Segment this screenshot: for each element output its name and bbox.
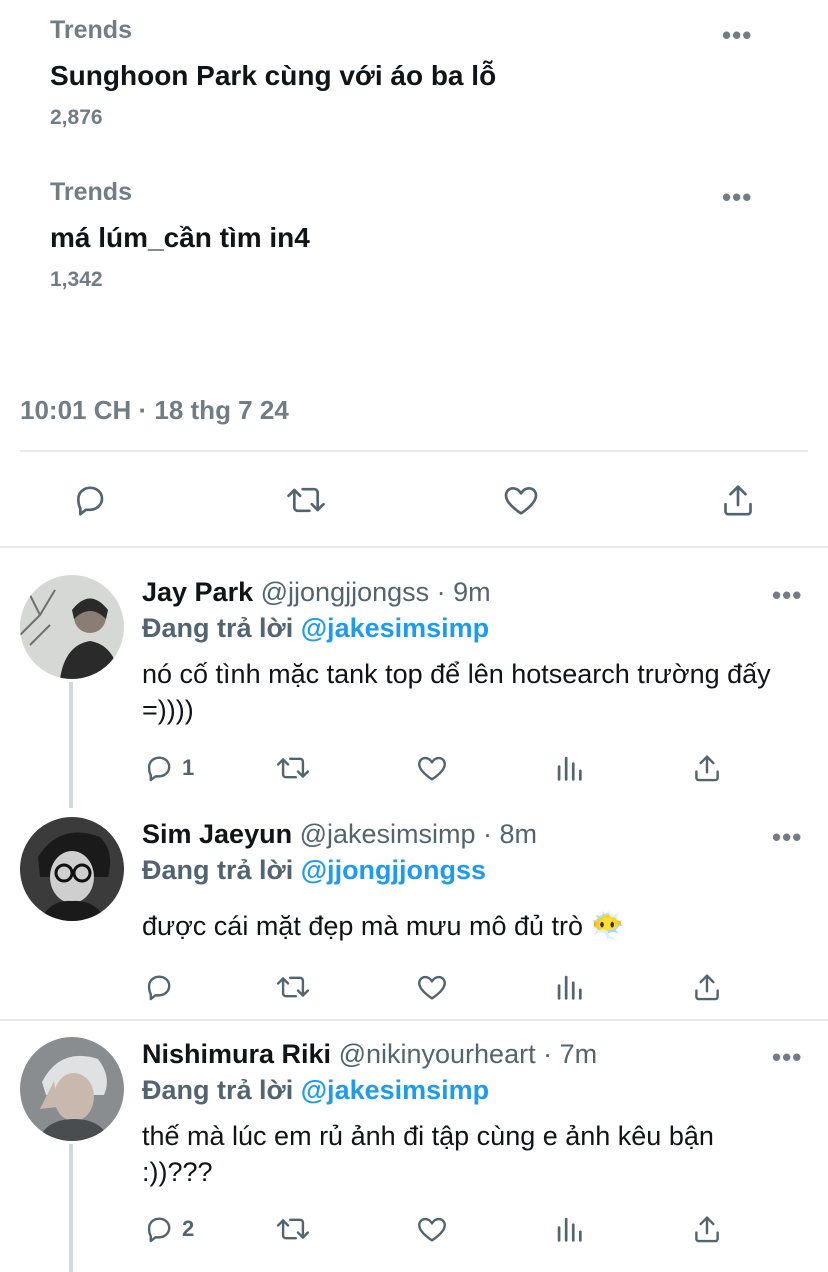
user-handle[interactable]: @jakesimsimp (300, 819, 476, 849)
like-button[interactable] (414, 967, 450, 1007)
reply-button[interactable] (66, 476, 114, 524)
retweet-button[interactable] (274, 967, 312, 1007)
share-icon (695, 1216, 719, 1243)
replying-to: Đang trả lời @jjongjjongss (142, 855, 486, 886)
thread-line (69, 1144, 73, 1272)
analytics-icon (557, 1217, 582, 1242)
tweet-timestamp[interactable]: 10:01 CH · 18 thg 7 24 (20, 395, 289, 426)
like-button[interactable] (414, 748, 450, 788)
user-handle[interactable]: @jjongjjongss (261, 577, 430, 607)
like-button[interactable] (496, 476, 546, 524)
more-icon[interactable]: ••• (772, 582, 802, 608)
divider (0, 546, 828, 548)
heart-icon (418, 756, 446, 781)
more-icon[interactable]: ••• (772, 824, 802, 850)
analytics-button[interactable] (552, 1209, 586, 1249)
reply-time[interactable]: · 9m (437, 577, 491, 607)
retweet-icon (276, 757, 310, 779)
analytics-icon (557, 975, 582, 1000)
divider (0, 1019, 828, 1021)
reply-text: được cái mặt đẹp mà mưu mô đủ trò 😶‍🌫️ (142, 908, 812, 944)
reply-time[interactable]: · 8m (483, 819, 537, 849)
share-button[interactable] (690, 1209, 724, 1249)
retweet-icon (287, 487, 325, 513)
trend-title[interactable]: má lúm_cần tìm in4 (50, 222, 310, 254)
mention-link[interactable]: @jjongjjongss (301, 855, 486, 885)
replying-label: Đang trả lời (142, 613, 294, 643)
avatar[interactable] (20, 1037, 124, 1141)
reply-icon (147, 1217, 171, 1243)
user-display-name[interactable]: Jay Park (142, 577, 253, 607)
retweet-icon (276, 976, 310, 998)
reply-actions (142, 967, 732, 1007)
divider (20, 450, 808, 452)
retweet-icon (276, 1218, 310, 1240)
mention-link[interactable]: @jakesimsimp (301, 1075, 489, 1105)
share-button[interactable] (690, 748, 724, 788)
reply-icon (147, 756, 171, 782)
share-icon (695, 755, 719, 782)
reply-header: Nishimura Riki @nikinyourheart · 7m (142, 1039, 597, 1070)
face-in-clouds-emoji: 😶‍🌫️ (590, 911, 625, 941)
reply-button[interactable]: 1 (142, 748, 194, 788)
retweet-button[interactable] (274, 1209, 312, 1249)
retweet-button[interactable] (274, 748, 312, 788)
trend-kind-label: Trends (50, 16, 132, 44)
user-handle[interactable]: @nikinyourheart (339, 1039, 536, 1069)
replying-label: Đang trả lời (142, 1075, 294, 1105)
avatar[interactable] (20, 575, 124, 679)
reply-text: nó cố tình mặc tank top để lên hotsearch… (142, 659, 771, 725)
analytics-icon (557, 756, 582, 781)
share-button[interactable] (714, 476, 762, 524)
user-display-name[interactable]: Sim Jaeyun (142, 819, 292, 849)
reply-icon (77, 486, 104, 516)
reply-count: 2 (182, 1216, 195, 1241)
share-icon (724, 485, 752, 516)
reply-button[interactable] (142, 967, 182, 1007)
share-icon (695, 974, 719, 1001)
retweet-button[interactable] (280, 476, 332, 524)
reply-icon (147, 975, 171, 1001)
analytics-button[interactable] (552, 967, 586, 1007)
reply-actions: 2 (142, 1209, 732, 1249)
trend-count: 2,876 (50, 106, 103, 129)
reply-actions: 1 (142, 748, 732, 788)
trend-more-icon[interactable]: ••• (722, 184, 752, 210)
replying-to: Đang trả lời @jakesimsimp (142, 1075, 489, 1106)
heart-icon (418, 975, 446, 1000)
reply-time[interactable]: · 7m (543, 1039, 597, 1069)
analytics-button[interactable] (552, 748, 586, 788)
reply-text-content: được cái mặt đẹp mà mưu mô đủ trò (142, 911, 584, 941)
user-display-name[interactable]: Nishimura Riki (142, 1039, 331, 1069)
reply-button[interactable]: 2 (142, 1209, 194, 1249)
more-icon[interactable]: ••• (772, 1044, 802, 1070)
reply-count: 1 (182, 755, 195, 780)
trend-title[interactable]: Sunghoon Park cùng với áo ba lỗ (50, 60, 496, 92)
heart-icon (504, 487, 538, 515)
avatar[interactable] (20, 817, 124, 921)
thread-line (69, 682, 73, 808)
reply-header: Jay Park @jjongjjongss · 9m (142, 577, 491, 608)
trend-more-icon[interactable]: ••• (722, 22, 752, 48)
trend-kind-label: Trends (50, 178, 132, 206)
replying-to: Đang trả lời @jakesimsimp (142, 613, 489, 644)
mention-link[interactable]: @jakesimsimp (301, 613, 489, 643)
like-button[interactable] (414, 1209, 450, 1249)
trend-count: 1,342 (50, 268, 103, 291)
heart-icon (418, 1217, 446, 1242)
replying-label: Đang trả lời (142, 855, 294, 885)
share-button[interactable] (690, 967, 724, 1007)
reply-header: Sim Jaeyun @jakesimsimp · 8m (142, 819, 537, 850)
reply-text: thế mà lúc em rủ ảnh đi tập cùng e ảnh k… (142, 1121, 714, 1187)
